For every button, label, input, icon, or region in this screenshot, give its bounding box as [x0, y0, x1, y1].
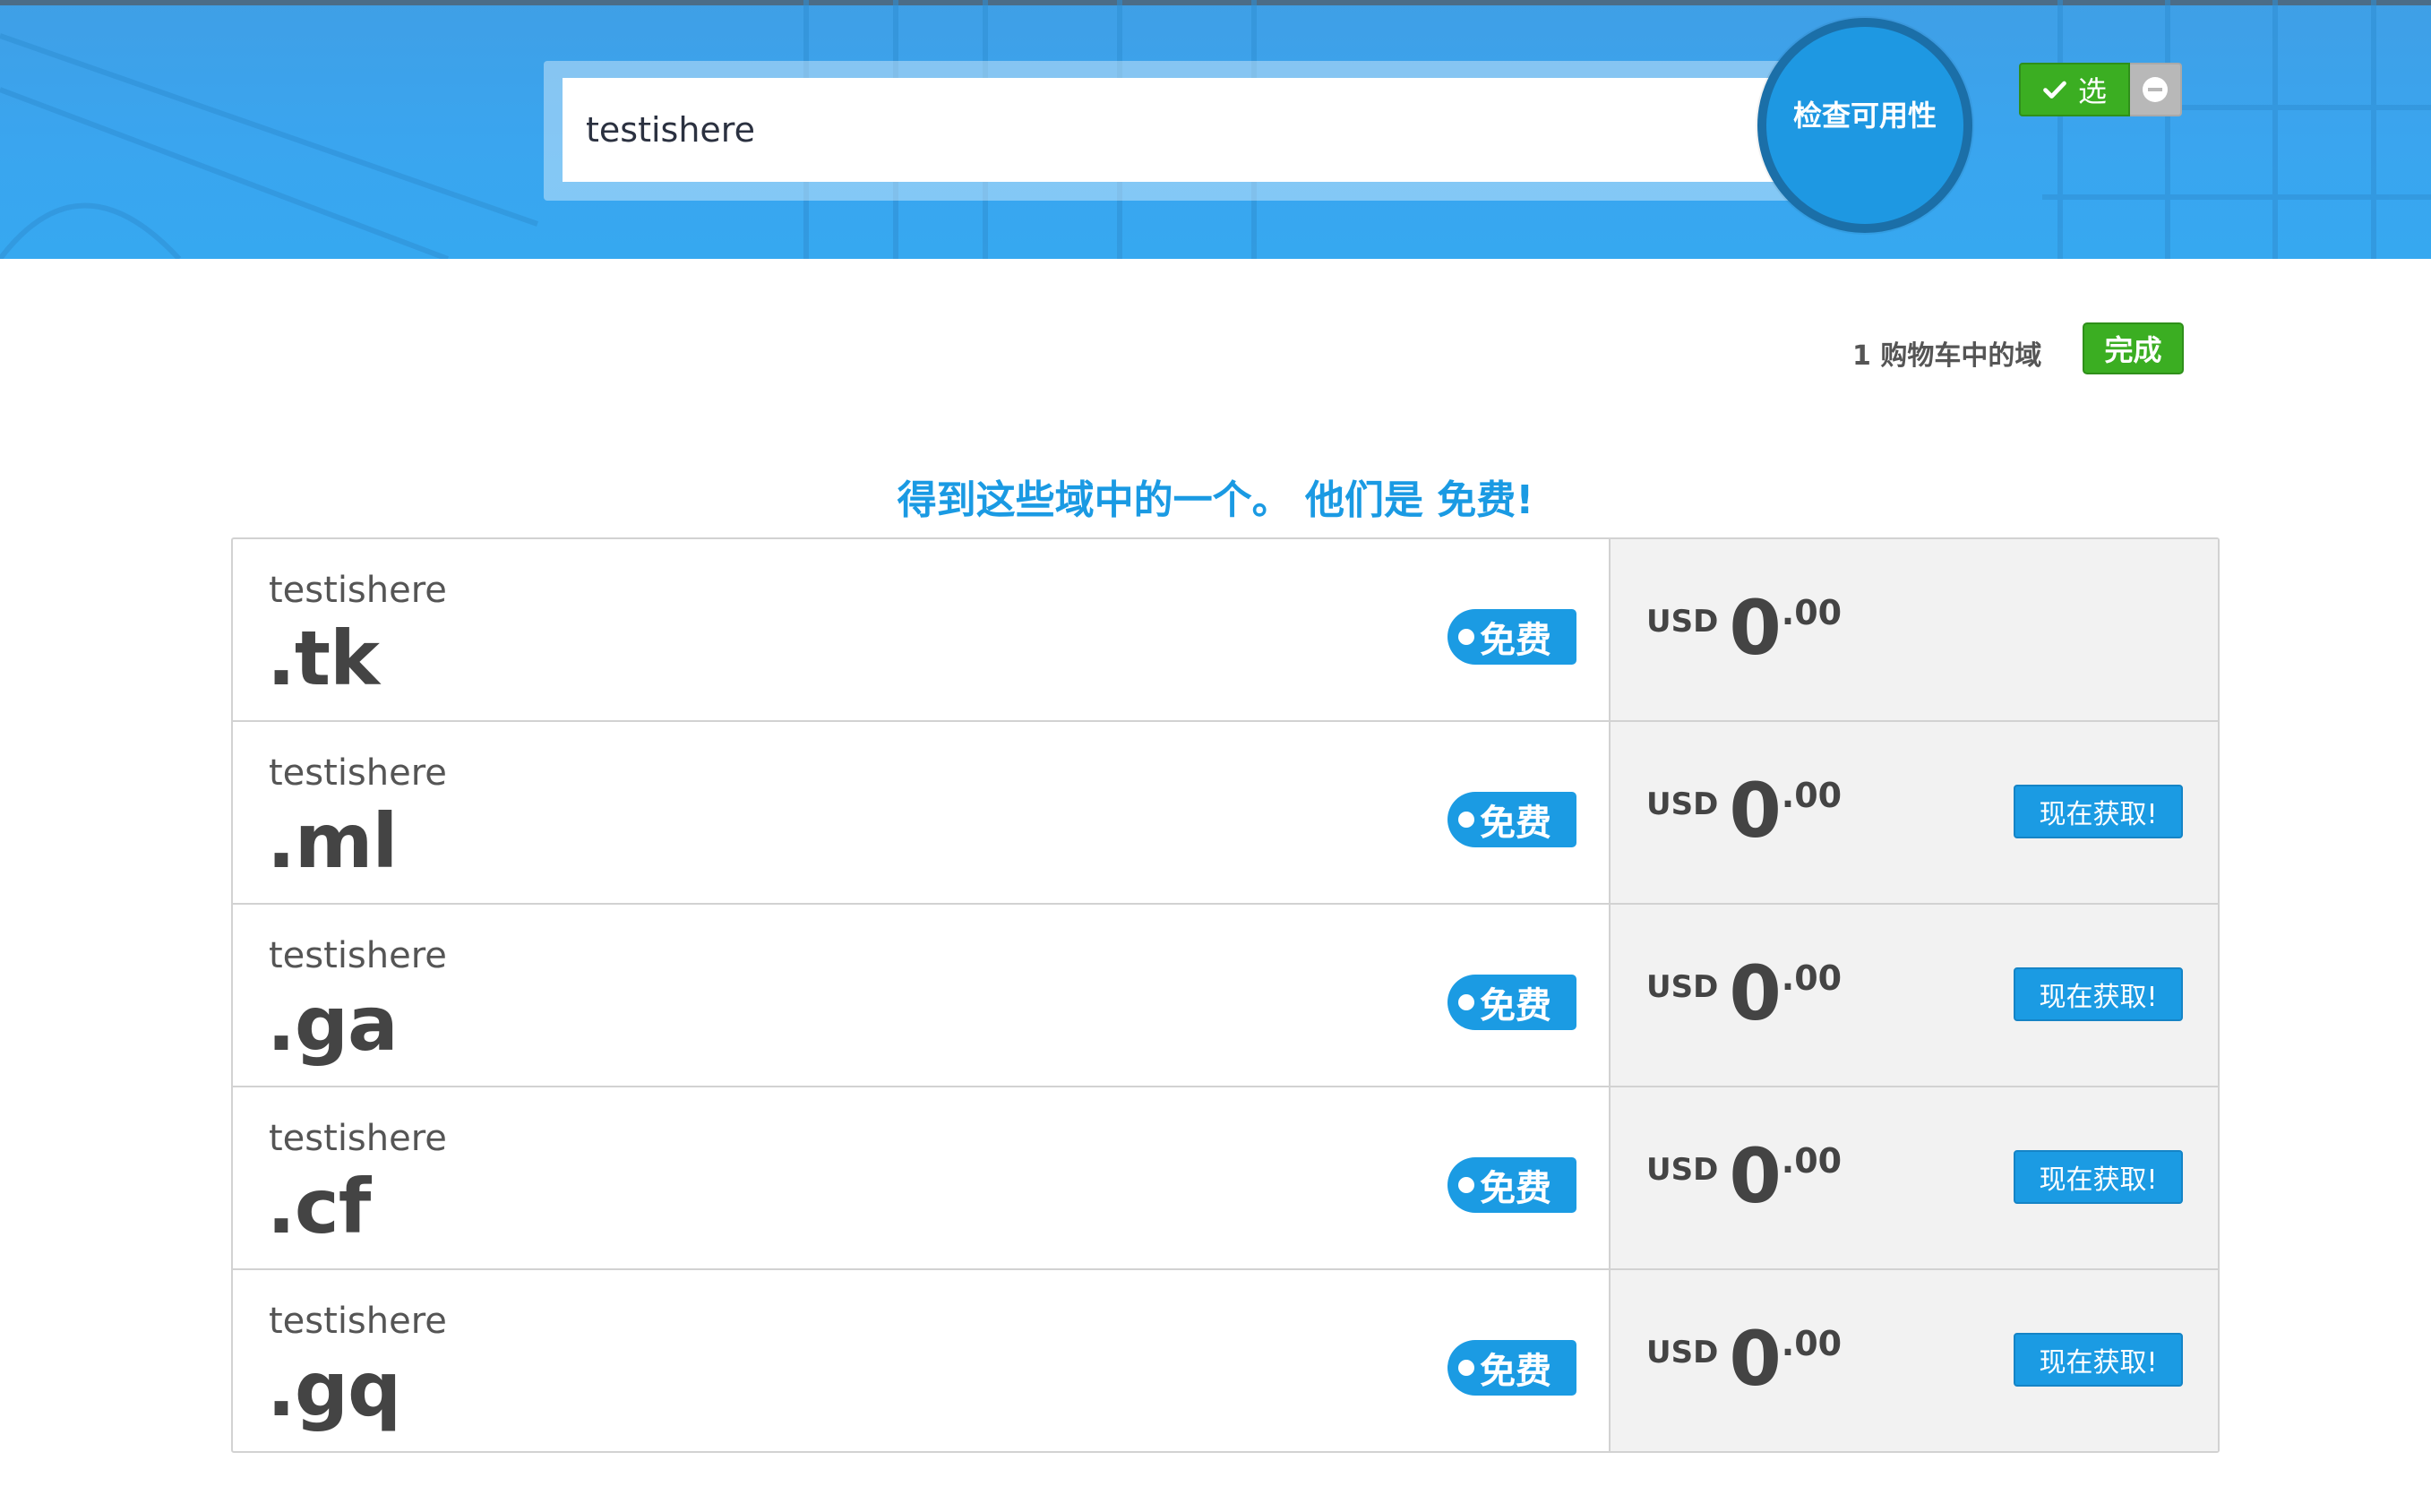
- domain-row-cf: testishere .cf 免费 USD 0.00: [233, 1087, 2218, 1270]
- domain-tld: .cf: [267, 1163, 371, 1250]
- domain-price: USD 0.00: [1646, 1132, 1842, 1220]
- domain-sld: testishere: [269, 1118, 447, 1159]
- price-decimal: .00: [1781, 593, 1843, 632]
- free-badge: 免费: [1447, 792, 1576, 847]
- get-now-button-ga[interactable]: 现在获取!: [2014, 967, 2183, 1021]
- price-integer: 0: [1729, 1132, 1782, 1220]
- domain-price: USD 0.00: [1646, 584, 1842, 672]
- selected-button[interactable]: 选: [2019, 63, 2130, 116]
- get-now-button-gq[interactable]: 现在获取!: [2014, 1333, 2183, 1387]
- cart-status-text: 1 购物车中的域: [1852, 340, 2042, 372]
- price-currency: USD: [1646, 604, 1719, 640]
- domain-price: USD 0.00: [1646, 1315, 1842, 1403]
- domain-name-cell: testishere .gq 免费: [233, 1270, 1611, 1451]
- price-decimal: .00: [1781, 958, 1843, 998]
- price-currency: USD: [1646, 969, 1719, 1005]
- free-badge: 免费: [1447, 1157, 1576, 1213]
- domain-row-tk: testishere .tk 免费 USD 0.00: [233, 539, 2218, 722]
- domain-name-cell: testishere .ml 免费: [233, 722, 1611, 903]
- domain-price: USD 0.00: [1646, 949, 1842, 1037]
- selected-domain-controls: 选: [2019, 63, 2182, 116]
- remove-domain-button[interactable]: [2130, 63, 2182, 116]
- domain-name-cell: testishere .cf 免费: [233, 1087, 1611, 1268]
- price-integer: 0: [1729, 767, 1782, 855]
- price-currency: USD: [1646, 1335, 1719, 1370]
- domain-tld: .ml: [267, 797, 398, 885]
- tag-dot-icon: [1458, 1177, 1474, 1193]
- domain-search-input[interactable]: [563, 78, 1817, 182]
- domain-name-cell: testishere .tk 免费: [233, 539, 1611, 720]
- domain-sld: testishere: [269, 570, 447, 611]
- price-currency: USD: [1646, 786, 1719, 822]
- free-badge-label: 免费: [1480, 1351, 1551, 1392]
- tag-dot-icon: [1458, 812, 1474, 828]
- tag-dot-icon: [1458, 1360, 1474, 1376]
- tag-dot-icon: [1458, 994, 1474, 1010]
- free-badge-label: 免费: [1480, 620, 1551, 661]
- free-badge-label: 免费: [1480, 1168, 1551, 1209]
- domain-results-table: testishere .tk 免费 USD 0.00 testishere .ml…: [231, 537, 2220, 1453]
- domain-tld: .ga: [267, 980, 399, 1068]
- check-availability-label: 检查可用性: [1792, 99, 1937, 133]
- price-currency: USD: [1646, 1152, 1719, 1188]
- domain-sld: testishere: [269, 1301, 447, 1342]
- free-badge: 免费: [1447, 975, 1576, 1030]
- domain-price: USD 0.00: [1646, 767, 1842, 855]
- free-badge-label: 免费: [1480, 803, 1551, 844]
- domain-name-cell: testishere .ga 免费: [233, 905, 1611, 1086]
- tag-dot-icon: [1458, 629, 1474, 645]
- domain-row-gq: testishere .gq 免费 USD 0.00: [233, 1270, 2218, 1451]
- check-icon: [2043, 81, 2066, 99]
- domain-price-cell: USD 0.00: [1611, 539, 2218, 720]
- free-badge: 免费: [1447, 1340, 1576, 1396]
- price-decimal: .00: [1781, 1141, 1843, 1181]
- get-now-button-cf[interactable]: 现在获取!: [2014, 1150, 2183, 1204]
- price-integer: 0: [1729, 949, 1782, 1037]
- price-integer: 0: [1729, 584, 1782, 672]
- domain-sld: testishere: [269, 935, 447, 976]
- domain-row-ga: testishere .ga 免费 USD 0.00: [233, 905, 2218, 1087]
- domain-tld: .gq: [267, 1345, 401, 1433]
- search-bar: [544, 61, 1817, 201]
- domain-row-ml: testishere .ml 免费 USD 0.00: [233, 722, 2218, 905]
- price-decimal: .00: [1781, 776, 1843, 815]
- price-decimal: .00: [1781, 1324, 1843, 1363]
- get-now-button-ml[interactable]: 现在获取!: [2014, 785, 2183, 838]
- free-domains-headline: 得到这些域中的一个。 他们是 免费!: [897, 477, 1534, 523]
- selected-button-label: 选: [2077, 74, 2107, 108]
- done-button[interactable]: 完成: [2083, 322, 2184, 374]
- hero-banner: 检查可用性: [0, 0, 2431, 259]
- domain-sld: testishere: [269, 752, 447, 794]
- check-availability-button[interactable]: 检查可用性: [1757, 18, 1972, 233]
- price-integer: 0: [1729, 1315, 1782, 1403]
- free-badge: 免费: [1447, 609, 1576, 665]
- free-badge-label: 免费: [1480, 985, 1551, 1027]
- minus-circle-icon: [2143, 77, 2168, 102]
- domain-tld: .tk: [267, 614, 380, 702]
